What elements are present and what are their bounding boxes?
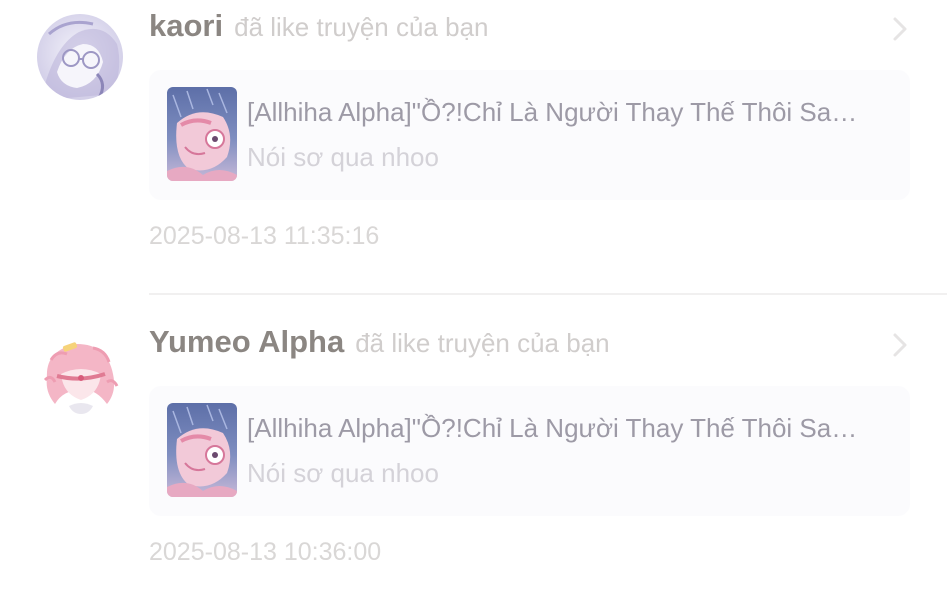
notification-item[interactable]: Yumeo Alpha đã like truyện của bạn [Allh… — [0, 316, 947, 600]
story-title[interactable]: [Allhiha Alpha]"Ồ?!Chỉ Là Người Thay Thế… — [247, 413, 887, 444]
notification-header: kaori đã like truyện của bạn — [149, 8, 489, 52]
user-avatar[interactable] — [37, 330, 123, 416]
username[interactable]: Yumeo Alpha — [149, 324, 344, 360]
notification-feed: kaori đã like truyện của bạn [Allhiha Al… — [0, 0, 947, 600]
story-card[interactable]: [Allhiha Alpha]"Ồ?!Chỉ Là Người Thay Thế… — [149, 386, 910, 516]
story-snippet: Nói sơ qua nhoo — [247, 142, 439, 172]
story-card[interactable]: [Allhiha Alpha]"Ồ?!Chỉ Là Người Thay Thế… — [149, 70, 910, 200]
chevron-right-icon[interactable] — [887, 330, 913, 360]
chevron-right-icon[interactable] — [887, 14, 913, 44]
divider — [149, 293, 947, 295]
story-cover-icon — [167, 403, 237, 497]
avatar-yumeo-icon — [37, 330, 123, 416]
avatar-kaori-icon — [37, 14, 123, 100]
story-cover-icon — [167, 87, 237, 181]
user-avatar[interactable] — [37, 14, 123, 100]
username[interactable]: kaori — [149, 8, 223, 44]
story-title[interactable]: [Allhiha Alpha]"Ồ?!Chỉ Là Người Thay Thế… — [247, 97, 887, 128]
story-snippet: Nói sơ qua nhoo — [247, 458, 439, 488]
action-text: đã like truyện của bạn — [234, 12, 489, 42]
timestamp: 2025-08-13 10:36:00 — [149, 538, 382, 566]
timestamp: 2025-08-13 11:35:16 — [149, 222, 380, 250]
notification-header: Yumeo Alpha đã like truyện của bạn — [149, 324, 610, 368]
action-text: đã like truyện của bạn — [355, 328, 610, 358]
notification-item[interactable]: kaori đã like truyện của bạn [Allhiha Al… — [0, 0, 947, 295]
